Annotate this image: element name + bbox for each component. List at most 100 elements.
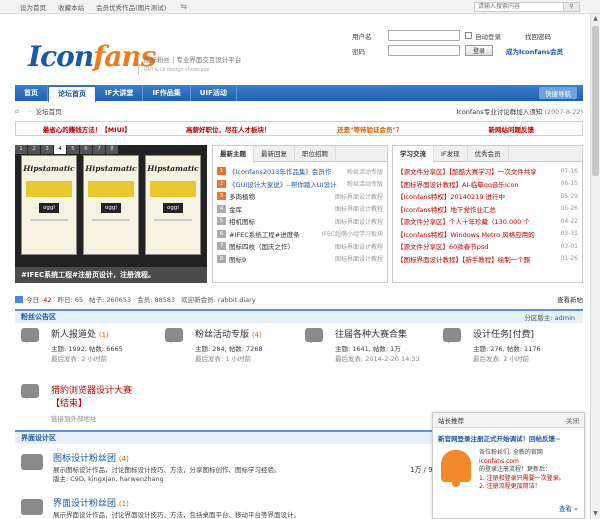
slide-dot-active[interactable]: 4 bbox=[54, 145, 66, 154]
announce-feedback[interactable]: 新网站问题反馈 bbox=[441, 124, 583, 134]
list-item[interactable]: 【图标界面设计教程】AI-临摹qq音乐icon 06-15 bbox=[397, 178, 578, 191]
tab-latest-replies[interactable]: 最新回复 bbox=[254, 146, 295, 161]
home-icon[interactable]: ⌂ bbox=[15, 107, 25, 115]
announce-verify[interactable]: 还是"等待验证会员"？ bbox=[299, 124, 441, 134]
topic-title[interactable]: 《GUI设计大家说》--帮你踏入UI设计 bbox=[229, 179, 344, 189]
forum-name[interactable]: 粉丝活动专版 bbox=[195, 330, 249, 340]
list-item[interactable]: 4 金库 图标界面设计教程 bbox=[217, 203, 383, 216]
thread-title[interactable]: 【源文件分享区】【酷酷大赛学习】一次文件共享 bbox=[397, 166, 558, 176]
tab-latest-topics[interactable]: 最新主题 bbox=[213, 146, 254, 163]
list-item[interactable]: 【Iconfans特权】Windows Metro 风格应用的 03-31 bbox=[397, 228, 578, 241]
announce-jobs[interactable]: 高薪好职位，尽在人才板块！ bbox=[158, 124, 300, 134]
list-item[interactable]: 6 #IFEC系统工程#进度条 IFEC超萌小组学习板块 bbox=[217, 228, 383, 241]
forum-icon bbox=[21, 384, 39, 399]
list-item[interactable]: 1 《Iconfans2013年作品集》会员作 粉丝活动专版 bbox=[217, 165, 383, 178]
slide-dot[interactable]: 1 bbox=[15, 145, 27, 154]
forum-name[interactable]: 猎豹浏览器设计大赛 bbox=[51, 383, 132, 396]
tab-top-members[interactable]: 优秀会员 bbox=[468, 146, 509, 161]
scrollbar-thumb[interactable] bbox=[592, 26, 599, 176]
slide-dot[interactable]: 8 bbox=[106, 145, 118, 154]
quick-nav-button[interactable]: 快捷导航 bbox=[539, 87, 577, 99]
slide-dot[interactable]: 3 bbox=[41, 145, 53, 154]
slide-caption[interactable]: #IFEC系统工程#注册页设计，注册流程。 bbox=[15, 267, 207, 283]
slide-dot[interactable]: 7 bbox=[93, 145, 105, 154]
topic-board: 图标界面设计教程 bbox=[334, 193, 383, 201]
topic-title[interactable]: 图标9 bbox=[229, 254, 332, 264]
find-password-link[interactable]: 找回密码 bbox=[525, 31, 551, 41]
slide-dot[interactable]: 2 bbox=[28, 145, 40, 154]
new-member-link[interactable]: rabbit.diary bbox=[218, 296, 256, 304]
announce-miui[interactable]: 最省心的赚钱方法！【MIUI】 bbox=[16, 124, 158, 134]
topic-title[interactable]: 图标四枚（国庆之作） bbox=[229, 241, 332, 251]
moderator-link[interactable]: admin bbox=[555, 314, 575, 322]
thread-title[interactable]: 【图标界面设计教程】AI-临摹qq音乐icon bbox=[397, 179, 558, 189]
popup-close-button[interactable]: 关闭 bbox=[566, 415, 579, 425]
list-item[interactable]: 2 《GUI设计大家说》--帮你踏入UI设计 粉丝活动专版 bbox=[217, 178, 383, 191]
thread-title[interactable]: 【源文件分享区】60款春节psd bbox=[397, 241, 558, 251]
slide-dot[interactable]: 5 bbox=[67, 145, 79, 154]
password-input[interactable] bbox=[388, 45, 460, 56]
thread-title[interactable]: 【Iconfans特权】20140219 进行中 bbox=[397, 191, 558, 201]
thread-title[interactable]: 【源文件分享区】个人十年珍藏（130.000 个 bbox=[397, 216, 558, 226]
list-item[interactable]: 8 图标9 图标界面设计教程 bbox=[217, 253, 383, 266]
page-scrollbar[interactable]: ▲ ▼ bbox=[590, 14, 600, 519]
tab-study-exchange[interactable]: 学习交流 bbox=[393, 146, 434, 163]
popup-site-link[interactable]: iconfans.com bbox=[479, 458, 519, 465]
scroll-down-icon[interactable]: ▼ bbox=[591, 509, 600, 519]
forum-name[interactable]: 设计任务[付费] bbox=[473, 330, 534, 340]
topic-title[interactable]: 《Iconfans2013年作品集》会员作 bbox=[229, 166, 344, 176]
topic-title[interactable]: 相机图标 bbox=[229, 216, 332, 226]
username-input[interactable] bbox=[388, 30, 460, 41]
tab-if-discover[interactable]: IF发现 bbox=[434, 146, 468, 161]
tab-jobs[interactable]: 职位招聘 bbox=[295, 146, 336, 161]
group-notice-link[interactable]: Iconfans专业讨论群加入须知 bbox=[456, 108, 542, 116]
thread-title[interactable]: 【图标界面设计教程】【新手教程】绘制一个飘 bbox=[397, 254, 558, 264]
forum-name[interactable]: 往届各种大赛合集 bbox=[335, 330, 407, 340]
list-item[interactable]: 【Iconfans特权】地下党作业汇总 05-26 bbox=[397, 203, 578, 216]
thread-title[interactable]: 【Iconfans特权】地下党作业汇总 bbox=[397, 204, 558, 214]
breadcrumb-forum-home[interactable]: 论坛首页 bbox=[36, 106, 62, 116]
nav-if-works[interactable]: IF作品集 bbox=[143, 85, 191, 101]
member-works-link[interactable]: 会员优秀作品(图片测试) bbox=[96, 4, 166, 12]
site-logo[interactable]: Iconfans bbox=[28, 40, 157, 73]
switch-icon[interactable]: ⇆ bbox=[180, 2, 187, 11]
forum-stats-line: 主题: 1641, 帖数: 1万 bbox=[335, 345, 401, 353]
section-header-announcements[interactable]: 粉丝公告区 分区版主: admin bbox=[15, 309, 583, 323]
topic-title[interactable]: #IFEC系统工程#进度条 bbox=[229, 229, 319, 239]
forum-name[interactable]: 界面设计粉丝团 bbox=[53, 499, 116, 509]
auto-login-checkbox[interactable] bbox=[465, 32, 472, 39]
topic-title[interactable]: 多肉植物 bbox=[229, 191, 332, 201]
list-item[interactable]: 【源文件分享区】60款春节psd 03-01 bbox=[397, 240, 578, 253]
list-item[interactable]: 7 图标四枚（国庆之作） 图标界面设计教程 bbox=[217, 240, 383, 253]
topic-board: IFEC超萌小组学习板块 bbox=[321, 231, 383, 239]
forum-name[interactable]: 新人报道处 bbox=[51, 330, 96, 340]
login-button[interactable]: 登录 bbox=[465, 45, 493, 56]
popup-view-more-link[interactable]: 查看 » bbox=[559, 503, 578, 513]
forum-name[interactable]: 图标设计粉丝团 bbox=[53, 454, 116, 464]
slide-dot[interactable]: 6 bbox=[80, 145, 92, 154]
list-item[interactable]: 【Iconfans特权】20140219 进行中 05-29 bbox=[397, 190, 578, 203]
thread-date: 05-26 bbox=[560, 205, 578, 213]
set-homepage-link[interactable]: 设为首页 bbox=[20, 4, 46, 12]
rank-badge: 5 bbox=[217, 217, 226, 226]
thread-title[interactable]: 【Iconfans特权】Windows Metro 风格应用的 bbox=[397, 229, 558, 239]
become-member-link[interactable]: 成为Iconfans会员 bbox=[506, 46, 563, 56]
search-input[interactable] bbox=[474, 1, 564, 12]
search-icon[interactable]: ⚲ bbox=[564, 1, 580, 12]
featured-slideshow[interactable]: 1 2 3 4 5 6 7 8 Hipstamatic oggl Hipstam… bbox=[15, 145, 207, 283]
bookmark-link[interactable]: 收藏本站 bbox=[58, 4, 84, 12]
list-item[interactable]: 【源文件分享区】个人十年珍藏（130.000 个 04-22 bbox=[397, 215, 578, 228]
nav-uif-events[interactable]: UIF活动 bbox=[191, 85, 237, 101]
popup-headline[interactable]: 新官网登录注册正式开始调试！回帖反馈~ bbox=[433, 428, 584, 446]
nav-if-lecture[interactable]: IF大讲堂 bbox=[96, 85, 144, 101]
scroll-up-icon[interactable]: ▲ bbox=[591, 14, 600, 24]
forum-last-post: 最后发表: 2 小时前 bbox=[51, 355, 107, 363]
nav-home[interactable]: 首页 bbox=[15, 85, 48, 101]
list-item[interactable]: 5 相机图标 图标界面设计教程 bbox=[217, 215, 383, 228]
topic-title[interactable]: 金库 bbox=[229, 204, 332, 214]
list-item[interactable]: 【图标界面设计教程】【新手教程】绘制一个飘 01-26 bbox=[397, 253, 578, 266]
nav-forum-home[interactable]: 论坛首页 bbox=[48, 85, 96, 102]
view-new-posts-link[interactable]: 查看新帖 bbox=[557, 294, 583, 304]
list-item[interactable]: 3 多肉植物 图标界面设计教程 bbox=[217, 190, 383, 203]
list-item[interactable]: 【源文件分享区】【酷酷大赛学习】一次文件共享 07-16 bbox=[397, 165, 578, 178]
